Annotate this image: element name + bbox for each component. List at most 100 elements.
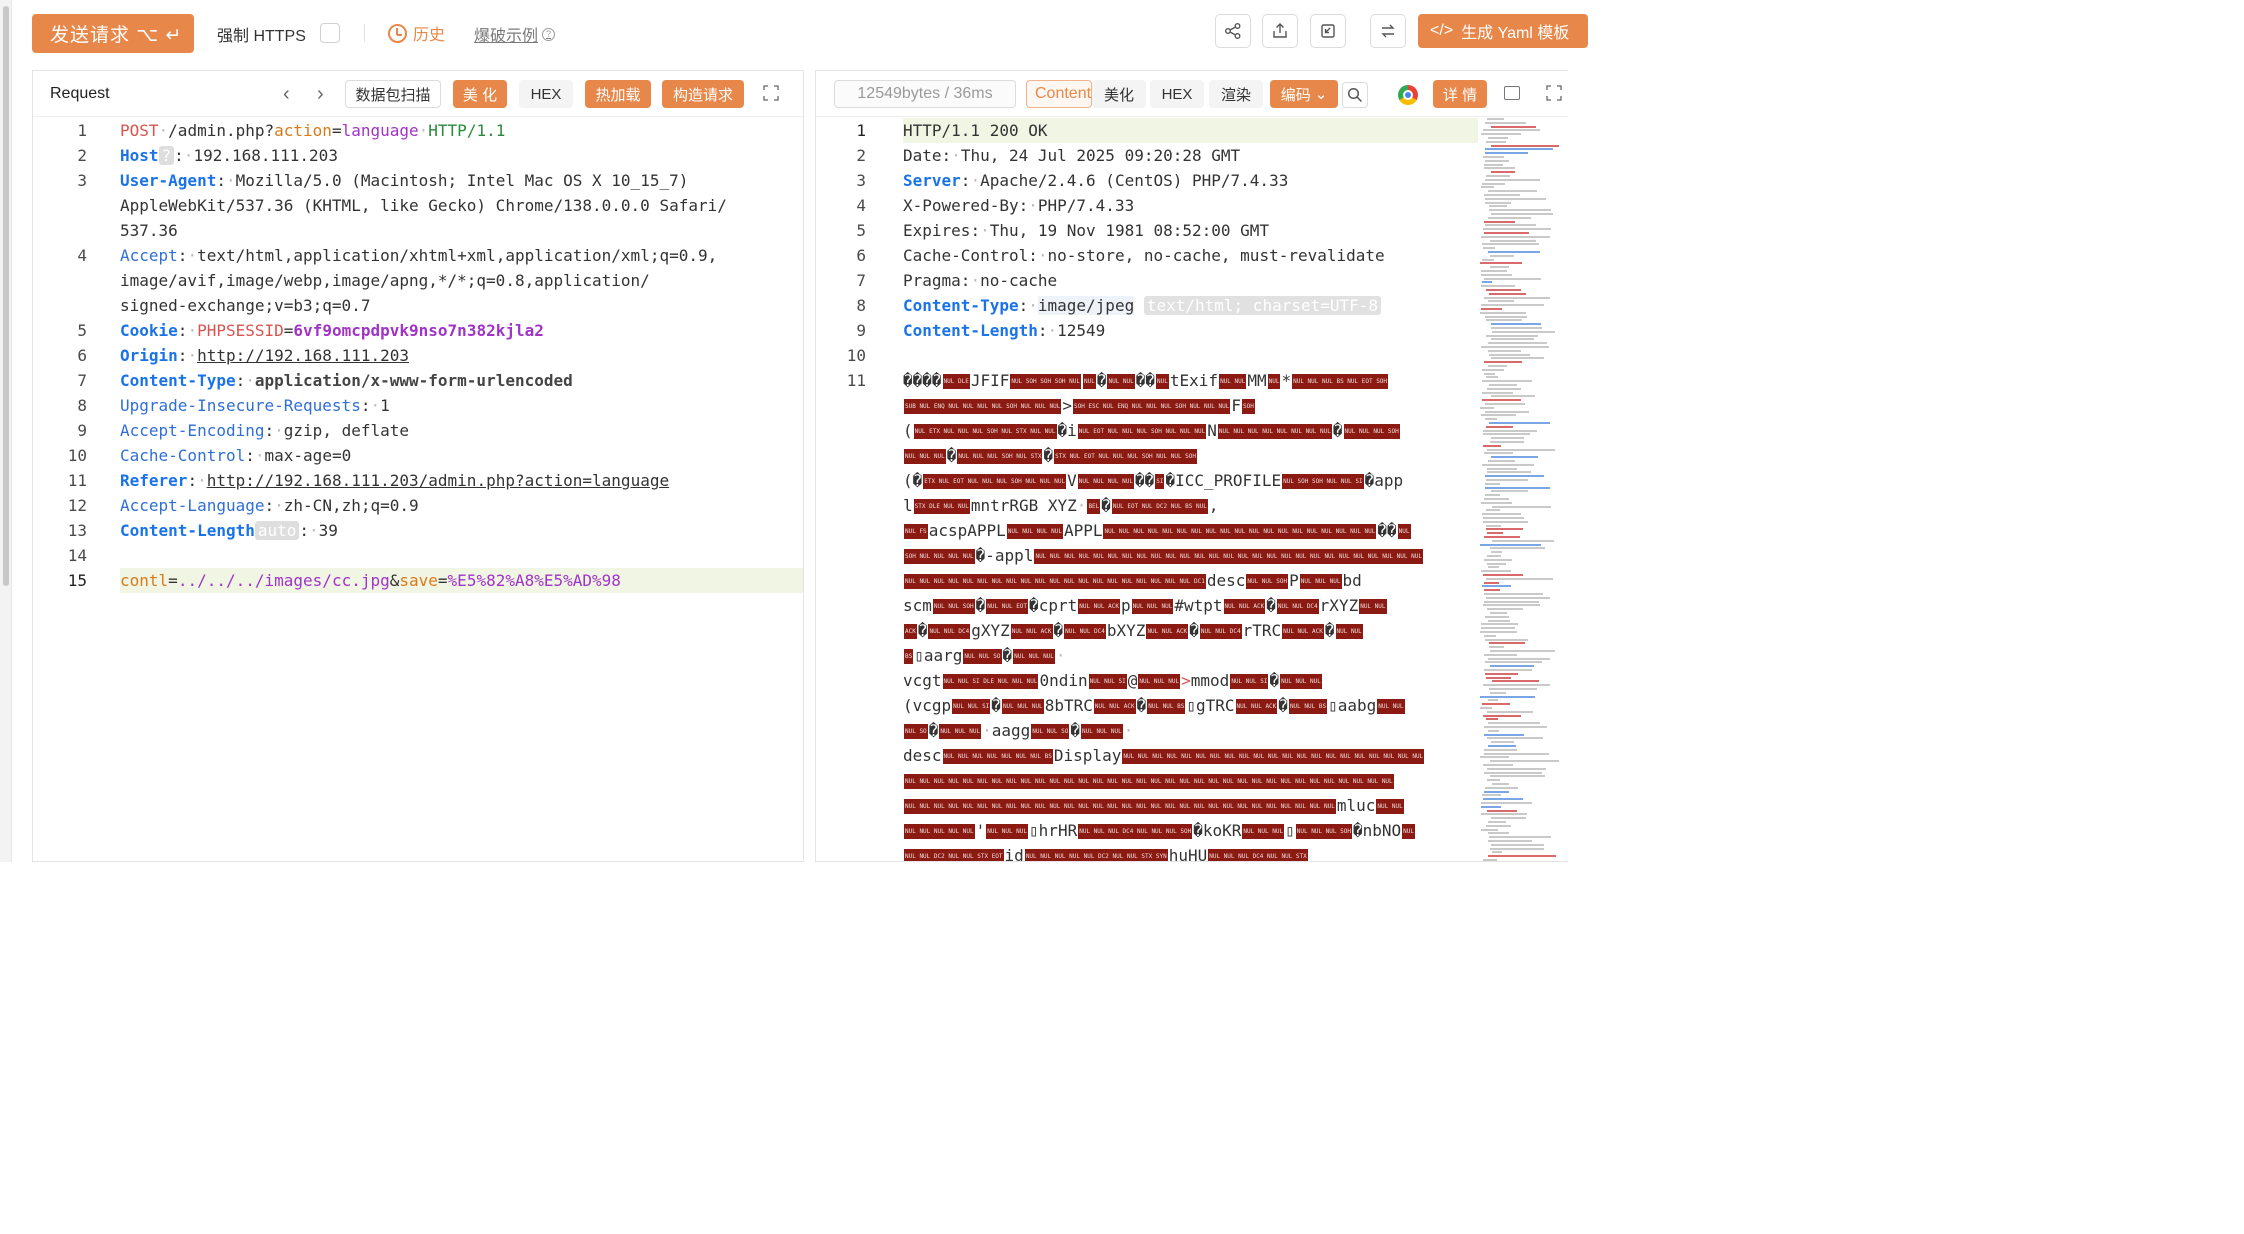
packet-scan-button[interactable]: 数据包扫描 xyxy=(345,80,441,108)
export-icon[interactable] xyxy=(1262,14,1298,48)
response-fullscreen-icon[interactable] xyxy=(1546,85,1562,101)
minimap-line xyxy=(1483,247,1495,250)
minimap-line xyxy=(1484,748,1518,751)
minimap-line xyxy=(1488,566,1500,569)
search-icon[interactable] xyxy=(1342,82,1368,108)
response-beautify-button[interactable]: 美化 xyxy=(1092,80,1146,108)
code-line: 2 Date:·Thu, 24 Jul 2025 09:20:28 GMT xyxy=(856,146,1241,165)
minimap-line xyxy=(1483,653,1517,656)
minimap-line xyxy=(1485,718,1498,721)
request-panel-header: Request ‹ › 数据包扫描 美 化 HEX 热加载 构造请求 xyxy=(33,71,803,117)
blast-example-link[interactable]: 爆破示例 ? xyxy=(474,22,556,46)
minimap-line xyxy=(1487,467,1518,470)
beautify-button[interactable]: 美 化 xyxy=(453,80,507,108)
import-icon[interactable] xyxy=(1310,14,1346,48)
minimap-line xyxy=(1485,159,1510,162)
left-scrollbar[interactable] xyxy=(0,0,12,862)
force-https-checkbox[interactable] xyxy=(320,23,340,43)
minimap-line xyxy=(1490,612,1507,614)
minimap-line xyxy=(1484,167,1516,170)
chevron-left-icon[interactable]: ‹ xyxy=(283,83,290,106)
minimap-line xyxy=(1484,361,1523,364)
chrome-icon[interactable] xyxy=(1398,85,1418,105)
minimap-line xyxy=(1483,714,1522,717)
minimap-line xyxy=(1484,418,1497,421)
minimap-line xyxy=(1490,395,1535,398)
content-type-button[interactable]: Content-Type xyxy=(1026,80,1092,108)
response-hex-button[interactable]: HEX xyxy=(1150,80,1204,108)
minimap-line xyxy=(1487,608,1524,611)
minimap-line xyxy=(1483,634,1496,637)
generate-yaml-button[interactable]: </> 生成 Yaml 模板 xyxy=(1418,14,1588,48)
code-line: 12 Accept-Language:·zh-CN,zh;q=0.9 xyxy=(67,496,419,515)
fullscreen-icon[interactable] xyxy=(763,85,779,101)
code-line: 7 Pragma:·no-cache xyxy=(856,271,1058,290)
origin-link[interactable]: http://192.168.111.203 xyxy=(197,346,409,365)
response-viewer[interactable]: 1 HTTP/1.1 200 OK 2 Date:·Thu, 24 Jul 20… xyxy=(816,118,1568,861)
minimap-line xyxy=(1487,532,1504,535)
swap-icon[interactable] xyxy=(1370,14,1406,48)
minimap-line xyxy=(1482,368,1505,371)
hot-load-button[interactable]: 热加载 xyxy=(585,80,651,108)
history-button[interactable]: 历史 xyxy=(388,21,445,45)
history-label: 历史 xyxy=(413,27,446,44)
minimap-line xyxy=(1484,498,1509,500)
minimap-line xyxy=(1480,273,1513,276)
minimap-line xyxy=(1481,463,1535,466)
referer-link[interactable]: http://192.168.111.203/admin.php?action=… xyxy=(207,471,669,490)
send-request-button[interactable]: 发送请求 ⌥ ↵ xyxy=(32,14,194,53)
minimap-line xyxy=(1485,140,1507,143)
minimap-line xyxy=(1481,414,1516,417)
binary-row: NUL NUL NUL � NUL NUL NUL SOH NUL STX � STX … xyxy=(904,446,1198,465)
minimap-line xyxy=(1487,809,1517,812)
left-scrollbar-thumb[interactable] xyxy=(3,6,9,586)
minimap-line xyxy=(1481,281,1493,284)
chevron-right-icon[interactable]: › xyxy=(317,83,324,106)
code-line: 8 Content-Type:·image/jpeg text/html; ch… xyxy=(816,293,1568,318)
binary-row: NUL NUL NUL NUL NUL NUL NUL NUL NUL NUL … xyxy=(903,768,1458,793)
minimap-line xyxy=(1484,452,1514,455)
minimap-line xyxy=(1480,631,1518,633)
request-editor[interactable]: 1 POST·/admin.php?action=language·HTTP/1… xyxy=(33,118,803,861)
minimap-line xyxy=(1481,570,1511,573)
minimap-line xyxy=(1491,437,1525,440)
binary-row: NUL FS acspAPPL NUL NUL NUL NUL APPL NUL NUL… xyxy=(904,521,1411,540)
force-https-label: 强制 HTTPS xyxy=(217,28,306,45)
render-button[interactable]: 渲染 xyxy=(1209,80,1263,108)
minimap-line xyxy=(1486,737,1544,740)
minimap-line xyxy=(1486,596,1550,599)
minimap-line xyxy=(1491,171,1516,174)
minimap-line xyxy=(1487,349,1522,352)
minimap-line xyxy=(1489,292,1527,295)
minimap-line xyxy=(1482,517,1525,519)
minimap-line xyxy=(1483,574,1523,576)
minimap-line xyxy=(1481,585,1512,588)
minimap-line xyxy=(1487,779,1500,782)
minimap-line xyxy=(1483,859,1497,861)
minimap-line xyxy=(1480,707,1492,709)
minimap-line xyxy=(1487,555,1502,557)
minimap-line xyxy=(1487,840,1533,842)
share-icon[interactable] xyxy=(1215,14,1251,48)
minimap-line xyxy=(1481,623,1519,626)
binary-row: (vcgp NUL NUL SI � NUL NUL NUL 8bTRC NUL NUL … xyxy=(903,696,1405,715)
toolbar-divider xyxy=(364,24,365,42)
details-button[interactable]: 详 情 xyxy=(1433,80,1487,108)
minimap-line xyxy=(1486,767,1546,770)
minimap-line xyxy=(1484,486,1550,489)
code-line: AppleWebKit/537.36 (KHTML, like Gecko) C… xyxy=(120,196,727,215)
request-panel: Request ‹ › 数据包扫描 美 化 HEX 热加载 构造请求 1 POS… xyxy=(32,70,804,862)
build-request-button[interactable]: 构造请求 xyxy=(662,80,744,108)
encoding-button[interactable]: 编码 ⌄ xyxy=(1270,80,1338,108)
minimap-line xyxy=(1480,627,1515,630)
minimap-line xyxy=(1488,190,1537,193)
minimap-line xyxy=(1483,156,1504,158)
code-minimap[interactable] xyxy=(1480,118,1568,861)
minimap-line xyxy=(1483,798,1523,801)
minimap-line xyxy=(1487,387,1521,390)
comment-icon[interactable] xyxy=(1504,86,1520,100)
minimap-line xyxy=(1489,646,1505,649)
hex-button[interactable]: HEX xyxy=(519,80,573,108)
binary-row: scm NUL NUL SOH � NUL NUL EOT �cprt NUL NUL A… xyxy=(903,596,1387,615)
code-line: 4 Accept:·text/html,application/xhtml+xm… xyxy=(77,246,718,265)
